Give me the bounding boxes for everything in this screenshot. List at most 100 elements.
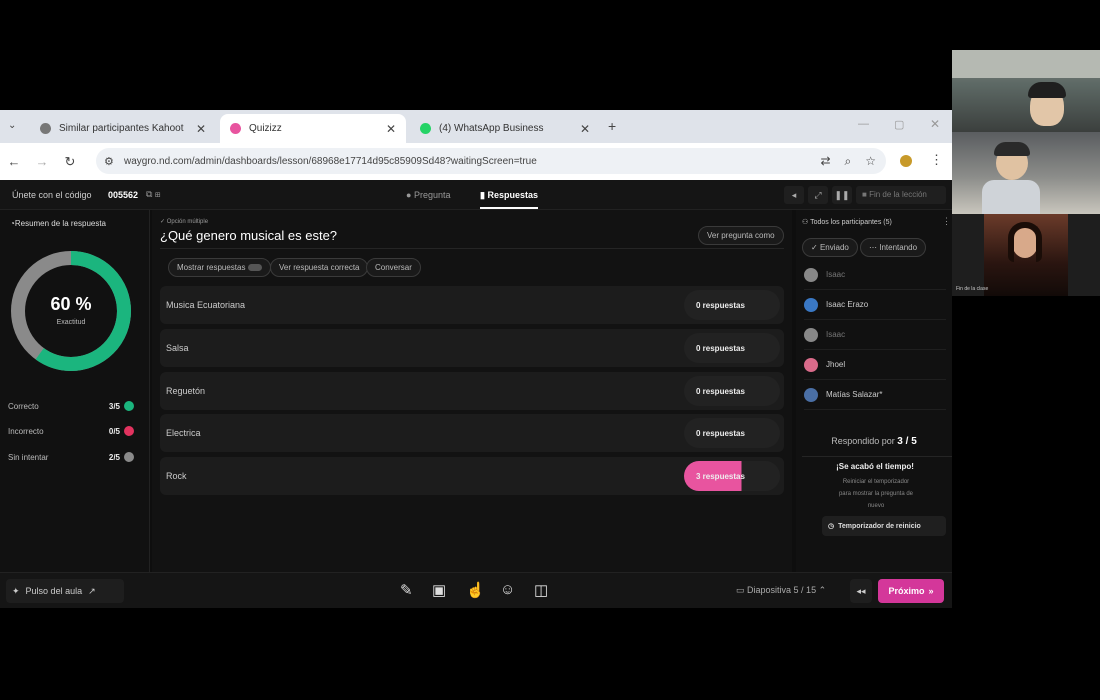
class-pulse-label: Pulso del aula [25,586,83,596]
sparkle-icon: ✦ [12,585,20,596]
restart-timer-label: Temporizador de reinicio [838,522,921,530]
class-pulse-button[interactable]: ✦ Pulso del aula ↗ [6,579,124,603]
stat-value: 2/5 [108,453,120,462]
timer-icon: ◷ [828,523,835,530]
reactions-icon[interactable]: ☝ [466,581,485,599]
minimize-icon[interactable]: — [858,118,869,130]
avatar [804,387,818,402]
close-icon[interactable]: ✕ [386,122,396,136]
more-icon[interactable]: ⋮ [942,216,951,227]
extension-icon[interactable] [900,155,912,167]
tab-responses[interactable]: ▮ Respuestas [480,190,538,209]
filter-trying[interactable]: ⋯ Intentando [860,238,927,257]
restart-timer-button[interactable]: ◷ Temporizador de reinicio [822,516,946,536]
close-icon[interactable]: ✕ [580,122,590,136]
zoom-icon[interactable]: ⌕ [845,154,852,169]
quizizz-icon [230,123,241,134]
quizizz-app: Únete con el código 005562 ⧉ ⊞ ● Pregunt… [0,180,952,608]
whiteboard-icon[interactable]: ▣ [432,581,446,599]
participant-row[interactable]: Isaac [804,260,946,290]
bottom-toolbar: ✦ Pulso del aula ↗ ✎ ▣ ☝ ☺ ◫ ▭ Diapositiva… [0,572,952,608]
browser-tab-3[interactable]: (4) WhatsApp Business ✕ [410,114,600,143]
answer-count-highlighted: 3 respuestas [684,461,780,491]
toggle-switch[interactable] [247,264,262,272]
converse-button[interactable]: Conversar [366,258,421,277]
participant-name: Jhoel [826,360,846,369]
translate-icon[interactable]: ⇄ [820,154,830,169]
menu-dots-icon[interactable]: ⋮ [930,152,943,168]
double-chevron-right-icon: » [928,586,934,596]
end-session-button[interactable]: ■ Fin de la lección [856,186,946,204]
tab-search-icon[interactable]: ⌄ [8,120,16,131]
participants-title: ⚇ Todos los participantes (5) [802,218,892,226]
answer-option-3[interactable]: Reguetón 0 respuestas [160,372,784,410]
stat-value: 3/5 [108,402,120,411]
url-field[interactable]: ⚙ waygro.nd.com/admin/dashboards/lesson/… [96,148,886,174]
person-hair [1028,82,1066,98]
users-icon: ⚇ [802,219,809,226]
bookmark-star-icon[interactable]: ☆ [865,154,876,169]
video-tile-1 [952,50,1100,132]
answer-option-4[interactable]: Electrica 0 respuestas [160,414,784,452]
participant-name: Isaac [826,270,846,279]
tab-bar: ⌄ Similar participantes Kahoot ✕ Quizizz… [0,110,952,143]
globe-icon [40,123,51,134]
answered-value: 3 / 5 [897,436,917,447]
filter-submitted[interactable]: ✓ Enviado [802,238,858,257]
participant-row[interactable]: Isaac Erazo [804,290,946,320]
previous-button[interactable]: ◂◂ [850,579,872,603]
close-icon[interactable]: ✕ [196,122,206,136]
participants-panel: ⚇ Todos los participantes (5) ⋮ ✓ Enviad… [796,210,952,572]
answer-count: 0 respuestas [684,376,780,406]
slide-status[interactable]: ▭ Diapositiva 5 / 15 ⌃ [736,585,826,596]
maximize-icon[interactable]: ▢ [894,118,904,131]
show-responses-toggle[interactable]: Mostrar respuestas [168,258,271,277]
browser-tab-1[interactable]: Similar participantes Kahoot ✕ [30,114,216,143]
avatar [804,267,818,282]
answered-prefix: Respondido por [831,436,895,446]
tab-label: Similar participantes Kahoot [59,123,184,134]
time-up-title: ¡Se acabó el tiempo! [836,462,914,471]
incorrect-dot-icon [124,426,134,436]
answer-option-1[interactable]: Musica Ecuatoriana 0 respuestas [160,286,784,324]
sound-icon[interactable]: ◂ [784,186,804,204]
slide-status-label: Diapositiva 5 / 15 [747,585,817,595]
participant-row[interactable]: Jhoel [804,350,946,380]
answer-label: Musica Ecuatoriana [166,300,246,310]
unattempted-dot-icon [124,452,134,462]
participant-row[interactable]: Matías Salazar* [804,380,946,410]
next-button[interactable]: Próximo» [878,579,944,603]
view-question-as-button[interactable]: Ver pregunta como [698,226,784,245]
summary-title: ◔Resumen de la respuesta [10,219,106,228]
answer-option-2[interactable]: Salsa 0 respuestas [160,329,784,367]
show-correct-button[interactable]: Ver respuesta correcta [270,258,369,277]
tab-responses-label: Respuestas [487,190,538,200]
video-background [952,50,1100,78]
forward-icon[interactable]: → [28,154,56,169]
participants-title-text: Todos los participantes (5) [810,219,892,226]
copy-icon[interactable]: ⧉ ⊞ [146,189,161,200]
join-code[interactable]: 005562 [108,190,138,200]
pause-icon[interactable]: ❚❚ [832,186,852,204]
close-window-icon[interactable]: ✕ [930,117,940,131]
avatar [804,297,818,312]
participant-row[interactable]: Isaac [804,320,946,350]
accuracy-percent: 60 % [50,294,92,314]
tab-question[interactable]: ● Pregunta [406,190,450,200]
time-up-subtitle: Reiniciar el temporizador para mostrar l… [838,479,914,509]
browser-window: ⌄ Similar participantes Kahoot ✕ Quizizz… [0,110,952,608]
answer-option-5[interactable]: Rock 3 respuestas [160,457,784,495]
filter-label: Enviado [819,243,849,252]
emoji-icon[interactable]: ☺ [500,581,515,598]
site-info-icon[interactable]: ⚙ [104,155,114,168]
back-icon[interactable]: ← [0,154,28,169]
fullscreen-icon[interactable]: ⤢ [808,186,828,204]
chevron-up-icon: ⌃ [818,585,827,595]
pen-icon[interactable]: ✎ [400,581,413,599]
browser-tab-2[interactable]: Quizizz ✕ [220,114,406,143]
timer-settings-icon[interactable]: ◫ [534,581,548,599]
new-tab-icon[interactable]: + [608,118,616,134]
person-shirt [982,180,1040,214]
chat-icon: ● [406,190,412,200]
reload-icon[interactable]: ↻ [56,154,84,170]
